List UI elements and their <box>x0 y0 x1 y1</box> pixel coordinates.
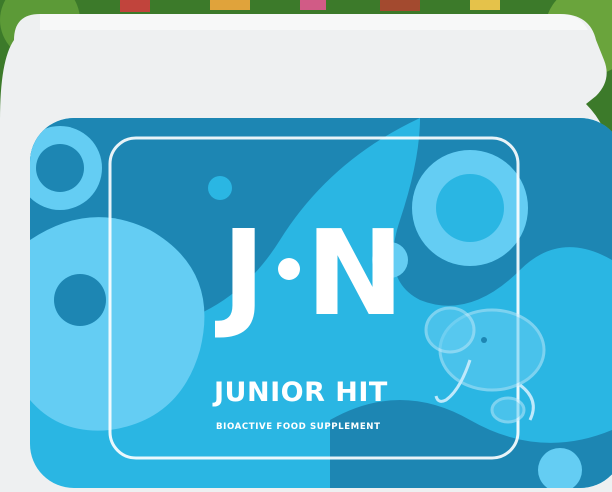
product-label <box>30 118 612 488</box>
product-container <box>0 14 612 492</box>
